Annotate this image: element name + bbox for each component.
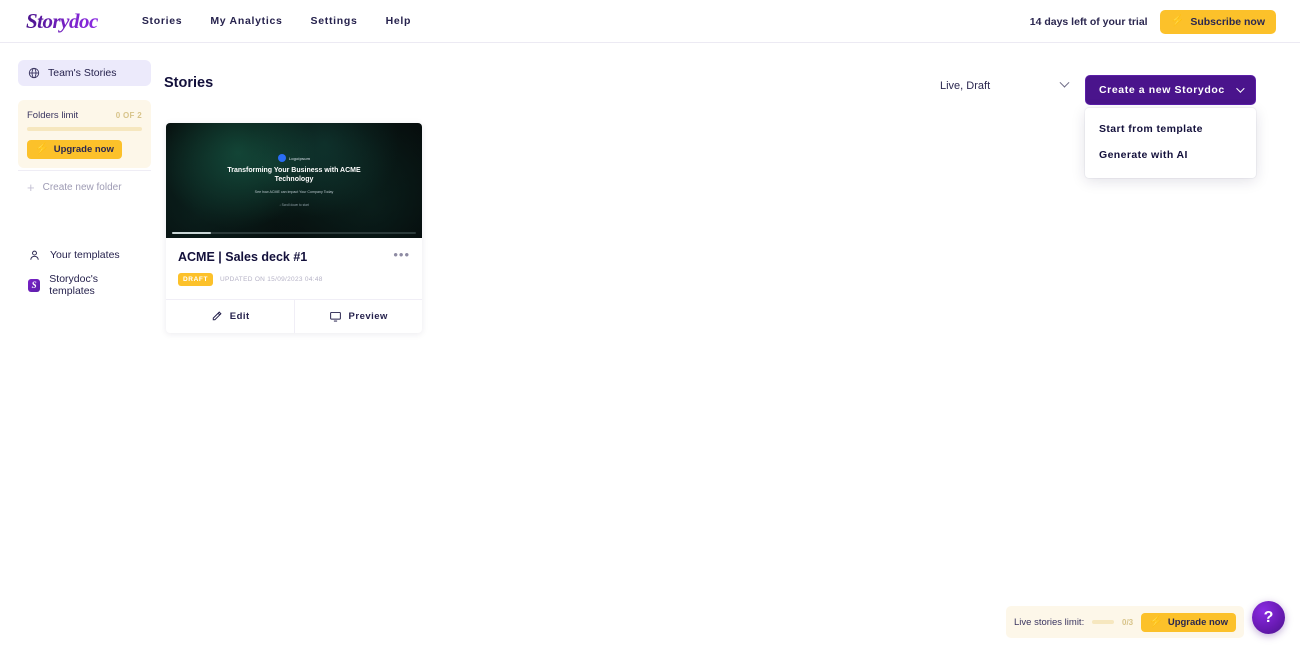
folders-limit-panel: Folders limit 0 OF 2 ⚡ Upgrade now	[18, 100, 151, 168]
create-new-storydoc-button[interactable]: Create a new Storydoc	[1085, 75, 1256, 105]
page-title: Stories	[164, 75, 214, 91]
story-meta-row: DRAFT UPDATED ON 15/09/2023 04:48	[178, 273, 410, 286]
monitor-icon	[329, 310, 342, 323]
story-card[interactable]: Logoipsum Transforming Your Business wit…	[166, 123, 422, 333]
sidebar: Team's Stories Folders limit 0 OF 2 ⚡ Up…	[18, 60, 151, 300]
story-options-menu-icon[interactable]: •••	[393, 248, 410, 262]
nav-item-settings[interactable]: Settings	[297, 9, 372, 33]
nav-item-my-analytics[interactable]: My Analytics	[196, 9, 296, 33]
folders-limit-count: 0 OF 2	[115, 111, 142, 120]
sidebar-item-label-your-templates: Your templates	[50, 249, 120, 261]
sidebar-links: Your templates S Storydoc's templates	[18, 240, 151, 300]
storydoc-logo[interactable]: Storydoc	[26, 9, 98, 34]
nav-item-help[interactable]: Help	[372, 9, 426, 33]
preview-story-button[interactable]: Preview	[293, 300, 423, 333]
storydoc-badge-icon: S	[28, 278, 41, 292]
menu-item-start-from-template[interactable]: Start from template	[1085, 116, 1256, 142]
story-card-body: ACME | Sales deck #1 ••• DRAFT UPDATED O…	[166, 238, 422, 286]
sidebar-item-team-stories[interactable]: Team's Stories	[18, 60, 151, 86]
header-right-group: 14 days left of your trial ⚡ Subscribe n…	[1030, 0, 1300, 43]
thumbnail-title: Transforming Your Business with ACME Tec…	[227, 167, 361, 184]
story-updated-text: UPDATED ON 15/09/2023 04:48	[220, 276, 323, 283]
story-title: ACME | Sales deck #1	[178, 250, 308, 264]
person-icon	[28, 249, 41, 262]
help-button[interactable]: ?	[1252, 601, 1285, 634]
edit-story-button[interactable]: Edit	[166, 300, 294, 333]
globe-icon	[28, 67, 40, 79]
create-storydoc-dropdown-menu: Start from template Generate with AI	[1085, 108, 1256, 178]
status-badge: DRAFT	[178, 273, 214, 286]
live-stories-limit-count: 0/3	[1122, 617, 1134, 627]
sidebar-upgrade-now-button[interactable]: ⚡ Upgrade now	[27, 140, 122, 159]
subscribe-button-label: Subscribe now	[1190, 15, 1265, 28]
logo-mark-icon	[277, 154, 286, 163]
bottom-upgrade-now-button[interactable]: ⚡ Upgrade now	[1141, 612, 1236, 632]
trial-status-text: 14 days left of your trial	[1029, 15, 1148, 28]
thumbnail-content: Logoipsum Transforming Your Business wit…	[166, 123, 422, 238]
story-card-header-row: ACME | Sales deck #1 •••	[178, 248, 410, 264]
pencil-icon	[210, 310, 223, 323]
nav-item-stories[interactable]: Stories	[128, 9, 197, 33]
preview-story-label: Preview	[348, 311, 388, 322]
thumbnail-progress-bar	[172, 232, 416, 234]
create-new-storydoc-label: Create a new Storydoc	[1099, 84, 1225, 96]
menu-item-generate-with-ai[interactable]: Generate with AI	[1085, 142, 1256, 168]
sidebar-item-your-templates[interactable]: Your templates	[18, 240, 151, 270]
sidebar-item-label-storydoc-templates: Storydoc's templates	[49, 273, 98, 297]
status-filter-dropdown[interactable]: Live, Draft	[940, 76, 1070, 95]
edit-story-label: Edit	[229, 311, 250, 322]
thumbnail-subtitle: See how ACME can impact Your Company Tod…	[254, 189, 334, 194]
create-new-folder-button[interactable]: + Create new folder	[18, 170, 151, 204]
folders-limit-progress	[27, 127, 142, 131]
app-header: Storydoc Stories My Analytics Settings H…	[0, 0, 1300, 43]
folders-limit-row: Folders limit 0 OF 2	[27, 110, 142, 121]
folders-limit-label: Folders limit	[27, 110, 79, 121]
live-stories-limit-progress	[1092, 620, 1114, 624]
sidebar-item-storydoc-templates[interactable]: S Storydoc's templates	[18, 270, 151, 300]
create-new-folder-label: Create new folder	[42, 182, 122, 193]
bolt-icon: ⚡	[1170, 15, 1185, 27]
bolt-icon: ⚡	[35, 143, 49, 155]
thumbnail-cta: ↓ Scroll down to start	[279, 202, 309, 207]
bottom-upgrade-label: Upgrade now	[1167, 616, 1228, 628]
story-thumbnail[interactable]: Logoipsum Transforming Your Business wit…	[166, 123, 422, 238]
status-filter-value: Live, Draft	[940, 79, 991, 92]
thumbnail-logo: Logoipsum	[277, 154, 311, 163]
sidebar-item-label-team-stories: Team's Stories	[48, 67, 117, 79]
live-stories-limit-panel: Live stories limit: 0/3 ⚡ Upgrade now	[1006, 606, 1244, 638]
chevron-down-icon	[1236, 84, 1245, 93]
story-card-actions: Edit Preview	[166, 299, 422, 333]
plus-icon: +	[27, 180, 35, 195]
bolt-icon: ⚡	[1149, 615, 1163, 628]
live-stories-limit-label: Live stories limit:	[1014, 616, 1085, 628]
thumbnail-logo-text: Logoipsum	[288, 155, 311, 161]
sidebar-upgrade-label: Upgrade now	[53, 144, 114, 155]
chevron-down-icon	[1059, 77, 1070, 88]
subscribe-now-button[interactable]: ⚡ Subscribe now	[1159, 9, 1276, 34]
main-nav: Stories My Analytics Settings Help	[128, 9, 425, 33]
